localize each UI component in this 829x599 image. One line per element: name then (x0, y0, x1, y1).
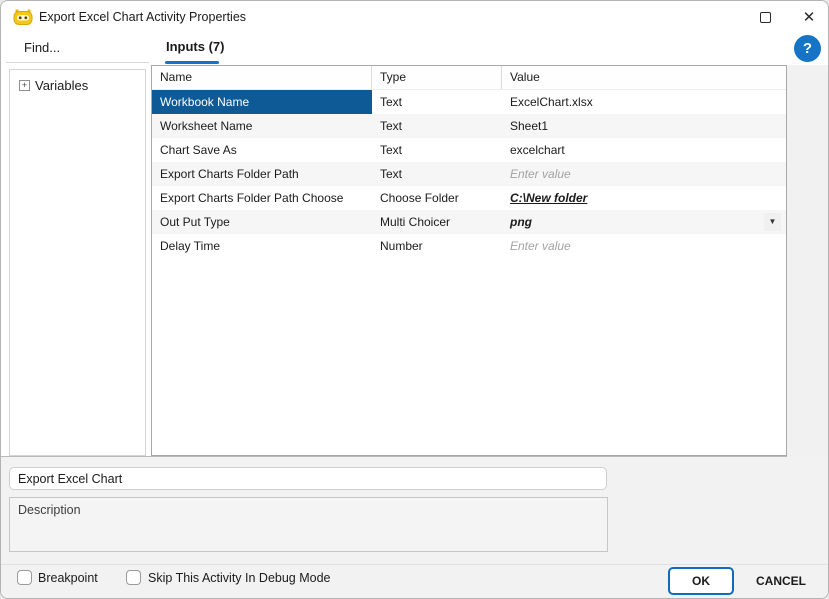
dialog-window: Export Excel Chart Activity Properties ✕… (0, 0, 829, 599)
type-cell: Text (380, 95, 403, 109)
name-cell[interactable]: Export Charts Folder Path Choose (152, 186, 372, 210)
table-row[interactable]: Export Charts Folder Path Choose Choose F… (152, 186, 786, 210)
find-underline (6, 62, 149, 63)
table-row[interactable]: Delay Time Number Enter value (152, 234, 786, 258)
table-row[interactable]: Workbook Name Text ExcelChart.xlsx (152, 90, 786, 114)
type-cell: Choose Folder (380, 191, 459, 205)
close-icon: ✕ (802, 9, 816, 26)
titlebar: Export Excel Chart Activity Properties ✕ (1, 1, 828, 33)
table-row[interactable]: Out Put Type Multi Choicer png ▼ (152, 210, 786, 234)
display-name-input[interactable] (9, 467, 607, 490)
properties-table: Name Type Value Workbook Name Text ExcelCh… (151, 65, 787, 456)
value-cell[interactable]: Enter value (502, 234, 786, 258)
name-cell[interactable]: Export Charts Folder Path (152, 162, 372, 186)
tree-item-label: Variables (35, 78, 89, 93)
column-header-value: Value (510, 70, 540, 84)
maximize-icon (759, 12, 771, 23)
maximize-button[interactable] (748, 4, 782, 31)
skip-activity-label: Skip This Activity In Debug Mode (148, 571, 331, 585)
table-header: Name Type Value (152, 66, 786, 90)
column-header-name: Name (152, 66, 372, 89)
column-header-type: Type (372, 66, 502, 89)
name-cell[interactable]: Delay Time (152, 234, 372, 258)
breakpoint-checkbox[interactable] (17, 570, 32, 585)
right-gutter (787, 65, 828, 457)
ok-button[interactable]: OK (668, 567, 734, 595)
description-textarea[interactable] (9, 497, 608, 552)
skip-activity-checkbox[interactable] (126, 570, 141, 585)
value-link[interactable]: C:\New folder (502, 186, 786, 210)
help-button[interactable]: ? (794, 35, 821, 62)
table-row[interactable]: Worksheet Name Text Sheet1 (152, 114, 786, 138)
breakpoint-label: Breakpoint (38, 571, 98, 585)
name-cell[interactable]: Worksheet Name (152, 114, 372, 138)
name-cell[interactable]: Chart Save As (152, 138, 372, 162)
value-cell[interactable]: excelchart (502, 138, 786, 162)
robot-icon (13, 9, 33, 25)
table-row[interactable]: Chart Save As Text excelchart (152, 138, 786, 162)
tree-item-variables[interactable]: + Variables (10, 70, 145, 93)
expand-plus-icon[interactable]: + (19, 80, 30, 91)
tab-inputs[interactable]: Inputs (7) (166, 39, 225, 54)
variables-tree-panel: + Variables (9, 69, 146, 456)
value-cell[interactable]: png (502, 210, 786, 234)
close-button[interactable]: ✕ (792, 4, 826, 31)
name-cell[interactable]: Out Put Type (152, 210, 372, 234)
value-cell[interactable]: ExcelChart.xlsx (502, 90, 786, 114)
type-cell: Text (380, 119, 403, 133)
type-cell: Multi Choicer (380, 215, 451, 229)
value-cell[interactable]: Enter value (502, 162, 786, 186)
table-row[interactable]: Export Charts Folder Path Text Enter value (152, 162, 786, 186)
value-cell[interactable]: Sheet1 (502, 114, 786, 138)
table-body: Workbook Name Text ExcelChart.xlsx Workshee… (152, 90, 786, 258)
bottom-region: Breakpoint Skip This Activity In Debug M… (1, 457, 828, 598)
find-input[interactable]: Find... (24, 40, 60, 55)
footer-bar: Breakpoint Skip This Activity In Debug M… (1, 564, 828, 598)
question-icon: ? (802, 40, 813, 57)
active-tab-indicator (165, 61, 219, 64)
type-cell: Number (380, 239, 423, 253)
window-title: Export Excel Chart Activity Properties (39, 10, 247, 24)
name-cell[interactable]: Workbook Name (152, 90, 372, 114)
type-cell: Text (380, 167, 403, 181)
dropdown-arrow-icon[interactable]: ▼ (764, 213, 781, 231)
cancel-button[interactable]: CANCEL (745, 567, 817, 595)
type-cell: Text (380, 143, 403, 157)
